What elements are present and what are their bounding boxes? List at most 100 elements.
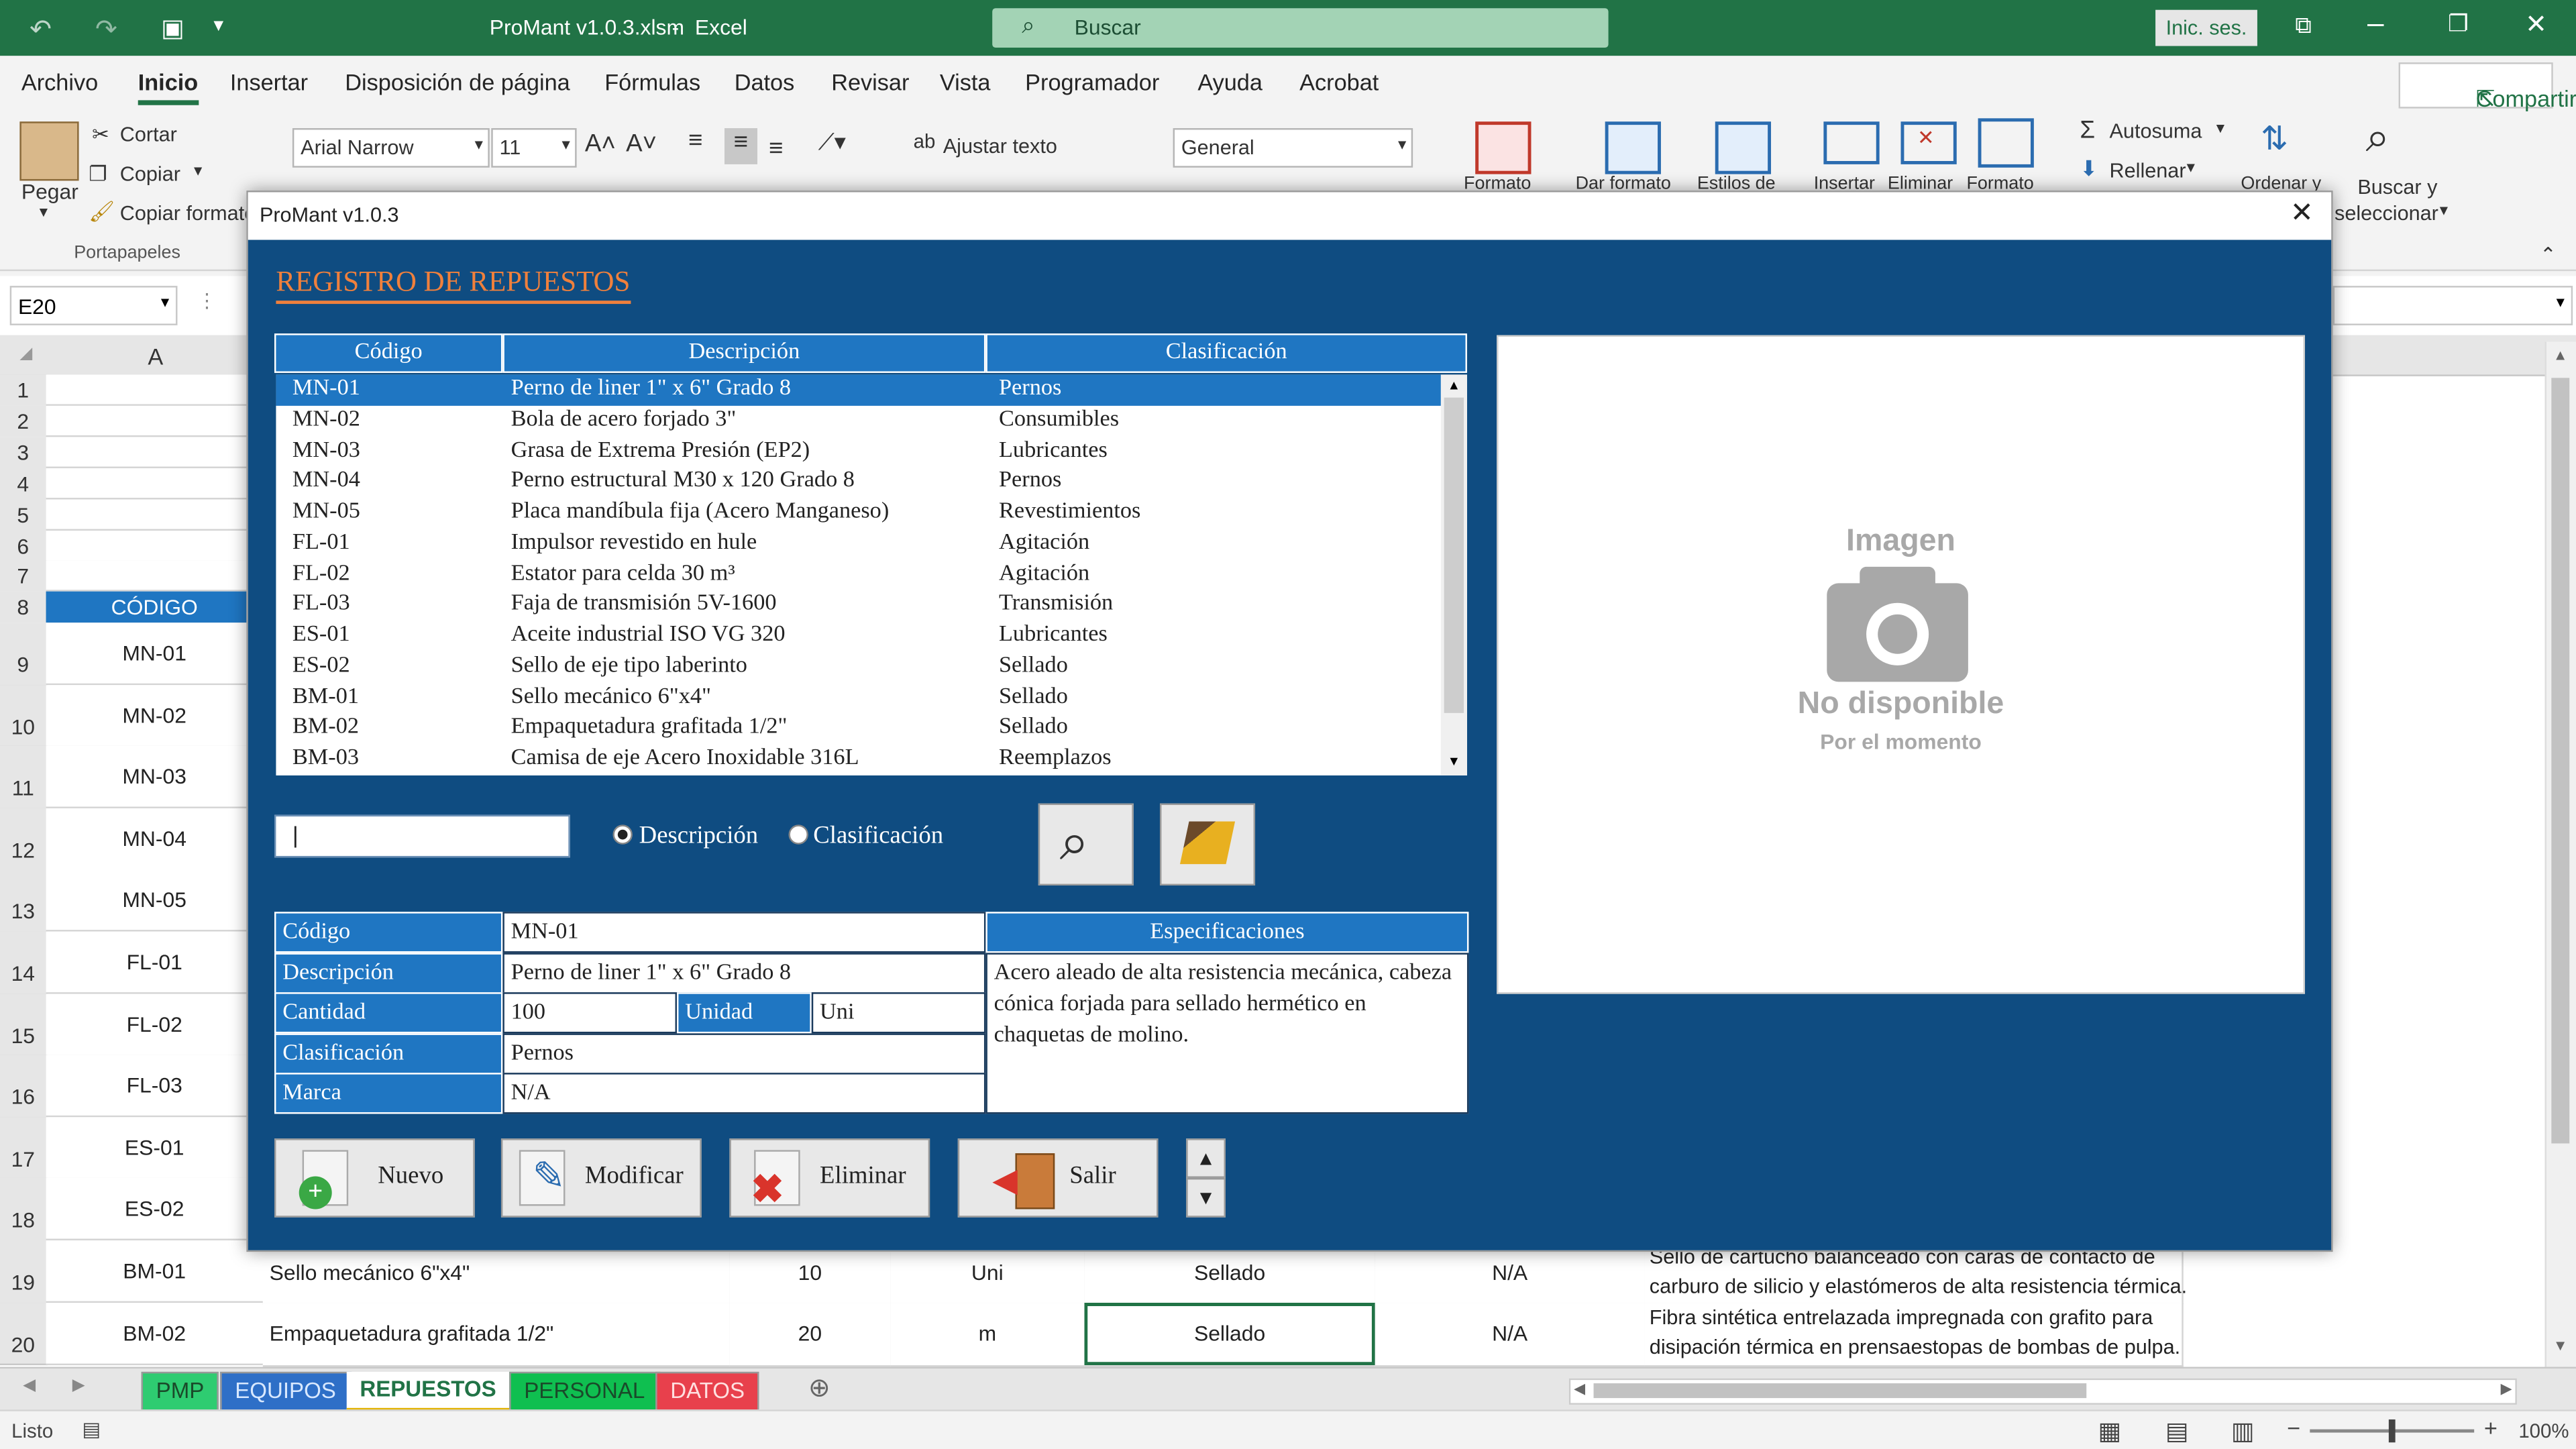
fill-button[interactable]: Rellenar [2110,160,2186,182]
cell-a-code[interactable]: MN-05 [46,869,263,932]
select-all-icon[interactable]: ◢ [19,345,32,363]
copy-button[interactable]: Copiar [120,162,180,185]
delete-cells-icon[interactable]: ✕ [1900,121,1957,164]
listbox-row[interactable]: FL-01 Impulsor revestido en hule Agitación [276,529,1442,559]
add-sheet-icon[interactable]: ⊕ [808,1372,830,1405]
cell-c20[interactable]: 20 [729,1303,892,1367]
share-button[interactable]: ⇱ Compartir [2398,62,2576,112]
radio-descripcion[interactable] [612,824,633,845]
row-header[interactable]: 8 [0,591,48,623]
ribbon-display-icon[interactable]: ⧉ [2295,11,2311,40]
field-descripcion[interactable]: Perno de liner 1" x 6" Grado 8 [502,953,986,994]
cell-a-code[interactable]: MN-04 [46,808,263,871]
listbox-scroll-up-icon[interactable]: ▲ [1448,378,1460,392]
format-as-table-icon[interactable] [1605,121,1661,174]
normal-view-icon[interactable]: ▦ [2098,1416,2121,1446]
row-header[interactable]: 1 [0,374,48,406]
cell-a-code[interactable]: FL-01 [46,931,263,994]
row-header[interactable]: 14 [0,931,48,996]
sheet-tab-pmp[interactable]: PMP [141,1371,219,1411]
hscroll-left-icon[interactable]: ◀ [1574,1380,1585,1398]
zoom-level[interactable]: 100% [2518,1419,2569,1442]
hscroll-thumb[interactable] [1593,1383,2087,1399]
cell-a-code[interactable]: MN-01 [46,623,263,686]
listbox-scrollbar[interactable]: ▲ ▼ [1440,374,1467,775]
align-bottom-icon[interactable]: ≡ [769,135,783,163]
listbox-row[interactable]: MN-02 Bola de acero forjado 3" Consumibles [276,405,1442,436]
fill-dropdown-icon[interactable]: ▾ [2187,160,2195,178]
cell-styles-icon[interactable] [1715,121,1772,174]
increase-font-icon[interactable]: A˄ [585,129,616,158]
tab-insertar[interactable]: Insertar [230,69,308,95]
zoom-in-button[interactable]: + [2484,1415,2498,1441]
format-cells-icon[interactable] [1978,118,2034,168]
decrease-font-icon[interactable]: A˅ [626,129,657,158]
field-codigo[interactable]: MN-01 [502,912,986,953]
tab-disposicion[interactable]: Disposición de página [345,69,570,95]
tab-archivo[interactable]: Archivo [21,69,98,95]
cell-a-code[interactable]: FL-02 [46,993,263,1056]
redo-icon[interactable]: ↷ [95,13,117,46]
align-top-icon[interactable]: ≡ [688,127,702,155]
tab-datos[interactable]: Datos [735,69,795,95]
sort-filter-icon[interactable]: ⇅ [2261,118,2288,159]
field-especificaciones[interactable]: Acero aleado de alta resistencia mecánic… [985,953,1469,1114]
tab-acrobat[interactable]: Acrobat [1299,69,1379,95]
cell-d20[interactable]: m [890,1303,1086,1367]
collapse-ribbon-icon[interactable]: ⌃ [2540,243,2557,266]
move-up-button[interactable]: ▲ [1186,1138,1226,1178]
tab-ayuda[interactable]: Ayuda [1197,69,1263,95]
cell-a[interactable] [46,437,263,468]
paste-icon[interactable] [19,121,79,181]
paste-label[interactable]: Pegar [21,179,78,204]
field-marca[interactable]: N/A [502,1073,986,1114]
listbox-row[interactable]: MN-04 Perno estructural M30 x 120 Grado 8… [276,467,1442,498]
row-header[interactable]: 7 [0,560,48,592]
cell-a-code[interactable]: ES-01 [46,1116,263,1179]
conditional-format-icon[interactable] [1475,121,1532,174]
cell-b20[interactable]: Empaquetadura grafitada 1/2" [262,1303,731,1367]
sheet-tab-repuestos[interactable]: REPUESTOS [346,1371,510,1413]
copy-dropdown-icon[interactable]: ▾ [194,162,202,180]
page-break-icon[interactable]: ▥ [2231,1416,2255,1446]
cell-e20-selected[interactable]: Sellado [1084,1303,1377,1367]
row-header[interactable]: 2 [0,405,48,437]
tab-inicio[interactable]: Inicio [138,69,199,105]
zoom-out-button[interactable]: − [2287,1415,2300,1441]
delete-button[interactable]: ✖ Eliminar [729,1138,930,1218]
name-box[interactable]: E20 ▾ [9,286,178,325]
cell-a-code[interactable]: BM-02 [46,1302,263,1365]
cell-a-code[interactable]: MN-02 [46,684,263,747]
row-header[interactable]: 18 [0,1178,48,1242]
tab-formulas[interactable]: Fórmulas [604,69,700,95]
row-header[interactable]: 20 [0,1302,48,1366]
row-header[interactable]: 6 [0,531,48,562]
customize-quick-access-icon[interactable]: ▾ [213,13,223,36]
row-header[interactable]: 4 [0,468,48,500]
font-name-select[interactable]: Arial Narrow ▾ [292,128,490,168]
new-button[interactable]: + Nuevo [274,1138,475,1218]
format-painter-button[interactable]: Copiar formato [120,202,256,225]
listbox-row[interactable]: FL-03 Faja de transmisión 5V-1600 Transmis… [276,590,1442,621]
scroll-up-icon[interactable]: ▲ [2553,347,2568,363]
autosum-dropdown-icon[interactable]: ▾ [2216,120,2224,138]
cell-a[interactable] [46,405,263,437]
cell-a[interactable] [46,499,263,531]
cell-a-code[interactable]: MN-03 [46,746,263,809]
minimize-icon[interactable]: – [2367,7,2384,41]
clear-search-button[interactable] [1159,803,1256,886]
row-header[interactable]: 19 [0,1240,48,1304]
cell-a-code[interactable]: BM-01 [46,1240,263,1303]
save-icon[interactable]: ▣ [161,13,184,43]
field-clasificacion[interactable]: Pernos [502,1033,986,1075]
row-header[interactable]: 13 [0,869,48,933]
radio-clasificacion[interactable] [788,824,808,845]
header-cell-codigo[interactable]: CÓDIGO [46,591,263,625]
row-header[interactable]: 16 [0,1055,48,1119]
cut-button[interactable]: Cortar [120,123,177,146]
close-window-icon[interactable]: ✕ [2525,8,2547,41]
search-textbox[interactable]: | [274,814,570,858]
tab-scroll-left-icon[interactable]: ◀ [23,1377,36,1395]
cell-a[interactable] [46,531,263,562]
tab-scroll-right-icon[interactable]: ▶ [72,1377,85,1395]
